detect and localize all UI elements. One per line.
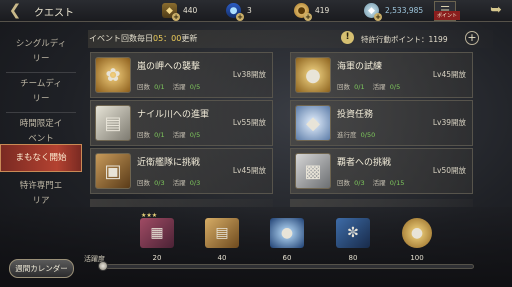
activity-value: 0/15 [389, 179, 405, 187]
book-icon[interactable]: ▦ [140, 218, 174, 248]
quest-unlock-level: Lv39開放 [432, 118, 466, 127]
sidebar-divider [6, 112, 76, 113]
sidebar-divider [6, 72, 76, 73]
reset-prefix: イベント回数毎日 [89, 34, 153, 43]
add-potion-icon[interactable]: + [236, 13, 244, 21]
count-value: 0/1 [354, 83, 365, 91]
page-title: クエスト [34, 8, 74, 19]
activity-label: 活躍 [372, 83, 386, 91]
quest-card-partial[interactable] [290, 199, 473, 207]
quest-unlock-level: Lv50開放 [432, 166, 466, 175]
coin-icon[interactable]: ● [402, 218, 432, 248]
reset-time: 05：00 [153, 34, 182, 43]
count-label: 回数 [337, 83, 350, 91]
reward-threshold: 100 [410, 254, 424, 262]
quest-unlock-level: Lv38開放 [232, 70, 266, 79]
count-value: 0/1 [154, 83, 165, 91]
activity-value: 0/5 [189, 83, 201, 91]
quest-stats: 進行度 0/50 [337, 129, 375, 139]
activity-value: 0/5 [389, 83, 401, 91]
activity-progress-bar [100, 264, 474, 269]
activity-label: 活躍 [372, 179, 386, 187]
silver-ore-icon: ▤ [95, 105, 131, 141]
activity-value: 0/3 [189, 179, 201, 187]
progress-label: 進行度 [337, 131, 357, 139]
add-gold-icon[interactable]: + [304, 13, 312, 21]
diamond-icon: ◆ [295, 105, 331, 141]
count-value: 0/3 [354, 179, 365, 187]
count-label: 回数 [137, 179, 150, 187]
potion-value: 3 [247, 6, 252, 15]
chest-icon: ▣ [95, 153, 131, 189]
reset-suffix: 更新 [181, 34, 198, 43]
quest-card[interactable]: ▤ ナイル川への進軍 Lv55開放 回数 0/1 活躍 0/5 [90, 100, 273, 146]
activity-panel [0, 207, 512, 287]
quest-stats: 回数 0/3 活躍 0/15 [337, 177, 404, 187]
sidebar: シングルディ リー チームディ リー 時間限定イ ベント まもなく開始 特许専門… [0, 24, 84, 224]
progress-knob-icon [98, 261, 108, 271]
quest-stats: 回数 0/1 活躍 0/5 [137, 81, 200, 91]
gold-value: 419 [315, 6, 330, 15]
orb-icon[interactable]: ● [270, 218, 304, 248]
quest-card[interactable]: ▣ 近衛艦隊に挑戦 Lv45開放 回数 0/3 活躍 0/3 [90, 148, 273, 194]
activity-label: 活躍 [172, 131, 186, 139]
quest-card[interactable]: ✿ 嵐の岬への襲撃 Lv38開放 回数 0/1 活躍 0/5 [90, 52, 273, 98]
sidebar-item-coming-soon[interactable]: まもなく開始 [0, 144, 82, 172]
reward-threshold: 80 [348, 254, 358, 262]
sidebar-item-label: シングルディ リー [15, 39, 67, 64]
count-value: 0/3 [154, 179, 165, 187]
activity-value: 0/5 [189, 131, 201, 139]
count-value: 0/1 [154, 131, 165, 139]
progress-value: 0/50 [360, 131, 376, 139]
quest-unlock-level: Lv45開放 [432, 70, 466, 79]
gem-value: 2,533,985 [385, 6, 424, 15]
weekly-calendar-button[interactable]: 週間カレンダー [9, 259, 74, 278]
add-points-icon[interactable]: + [172, 13, 180, 21]
quest-card[interactable]: ● 海軍の試練 Lv45開放 回数 0/1 活躍 0/5 [290, 52, 473, 98]
gem-resource: ◆ 2,533,985 [364, 3, 423, 18]
quest-stats: 回数 0/1 活躍 0/5 [337, 81, 400, 91]
sidebar-item-team-daily[interactable]: チームディ リー [0, 74, 82, 110]
add-gem-icon[interactable]: + [374, 13, 382, 21]
quest-card[interactable]: ◆ 投資任務 Lv39開放 進行度 0/50 [290, 100, 473, 146]
quest-card-partial[interactable] [90, 199, 273, 207]
quest-name: 投資任務 [337, 110, 374, 120]
count-label: 回数 [337, 179, 350, 187]
quest-stats: 回数 0/1 活躍 0/5 [137, 129, 200, 139]
quest-unlock-level: Lv45開放 [232, 166, 266, 175]
reward-threshold: 40 [217, 254, 227, 262]
silver-bar-icon: ▩ [295, 153, 331, 189]
special-points: 特許行動ポイント：1199 [361, 35, 448, 44]
sidebar-item-label: 時間限定イ ベント [19, 119, 63, 144]
event-reset-text: イベント回数毎日05：00更新 [89, 33, 197, 44]
close-arrow-icon[interactable]: ➥ [484, 1, 508, 21]
quest-name: 覇者への挑戦 [337, 158, 392, 168]
sidebar-item-label: まもなく開始 [15, 152, 67, 163]
quest-name: 嵐の岬への襲撃 [137, 62, 201, 72]
point-tab[interactable]: ポイント [434, 11, 461, 20]
reward-threshold: 20 [152, 254, 162, 262]
exclamation-icon[interactable]: ! [341, 31, 354, 44]
sidebar-item-single-daily[interactable]: シングルディ リー [0, 34, 82, 70]
quest-name: ナイル川への進軍 [137, 110, 210, 120]
coin-icon: ● [295, 57, 331, 93]
quest-unlock-level: Lv55開放 [232, 118, 266, 127]
count-label: 回数 [137, 83, 150, 91]
add-special-points-icon[interactable]: + [465, 31, 479, 45]
quest-points-value: 440 [183, 6, 198, 15]
back-arrow-icon[interactable]: ❮ [2, 1, 28, 21]
sidebar-item-label: 特许専門エ リア [19, 181, 63, 206]
activity-label: 活躍 [172, 83, 186, 91]
reward-threshold: 60 [282, 254, 292, 262]
quest-stats: 回数 0/3 活躍 0/3 [137, 177, 200, 187]
gold-ore-icon: ✿ [95, 57, 131, 93]
quest-name: 海軍の試練 [337, 62, 383, 72]
quest-name: 近衛艦隊に挑戦 [137, 158, 201, 168]
scroll-icon[interactable]: ▤ [205, 218, 239, 248]
quest-card[interactable]: ▩ 覇者への挑戦 Lv50開放 回数 0/3 活躍 0/15 [290, 148, 473, 194]
sidebar-item-label: チームディ リー [20, 79, 62, 104]
feather-icon[interactable]: ✼ [336, 218, 370, 248]
count-label: 回数 [137, 131, 150, 139]
activity-label: 活躍 [172, 179, 186, 187]
